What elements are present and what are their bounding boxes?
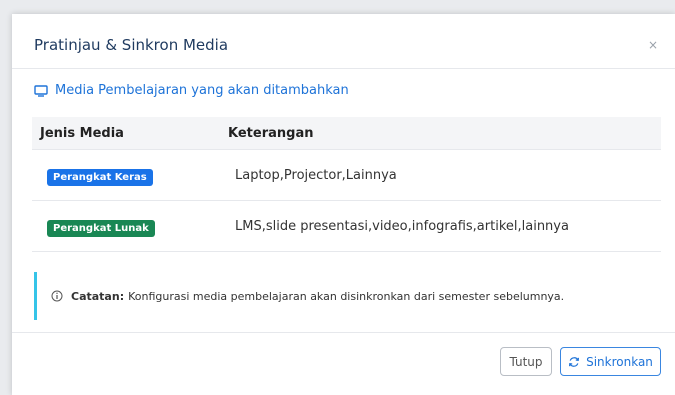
sync-button[interactable]: Sinkronkan xyxy=(560,347,661,376)
media-table: Jenis Media Keterangan Perangkat Keras L… xyxy=(32,117,661,252)
modal-title: Pratinjau & Sinkron Media xyxy=(34,36,229,54)
column-header-jenis: Jenis Media xyxy=(40,125,124,141)
close-button-label: Tutup xyxy=(509,354,543,369)
media-type-badge: Perangkat Keras xyxy=(47,168,153,186)
media-description: Laptop,Projector,Lainnya xyxy=(235,167,397,183)
sync-button-label: Sinkronkan xyxy=(586,354,653,369)
table-row: Perangkat Lunak LMS,slide presentasi,vid… xyxy=(32,201,661,252)
info-icon xyxy=(51,290,63,302)
footer-divider xyxy=(12,332,675,333)
note-callout: Catatan: Konfigurasi media pembelajaran … xyxy=(34,272,657,320)
table-row: Perangkat Keras Laptop,Projector,Lainnya xyxy=(32,150,661,201)
modal-header: Pratinjau & Sinkron Media × xyxy=(12,14,675,69)
section-header: Media Pembelajaran yang akan ditambahkan xyxy=(34,83,349,98)
monitor-icon xyxy=(34,84,48,97)
close-button[interactable]: Tutup xyxy=(500,347,552,376)
column-header-keterangan: Keterangan xyxy=(228,125,314,141)
media-description: LMS,slide presentasi,video,infografis,ar… xyxy=(235,218,569,234)
close-icon[interactable]: × xyxy=(648,38,658,52)
refresh-icon xyxy=(569,356,580,367)
note-text: Konfigurasi media pembelajaran akan disi… xyxy=(128,289,565,303)
table-header: Jenis Media Keterangan xyxy=(32,117,661,150)
note-label: Catatan: xyxy=(71,289,125,303)
media-type-badge: Perangkat Lunak xyxy=(47,219,155,237)
section-title: Media Pembelajaran yang akan ditambahkan xyxy=(55,83,349,98)
sync-media-modal: Pratinjau & Sinkron Media × Media Pembel… xyxy=(12,14,675,395)
